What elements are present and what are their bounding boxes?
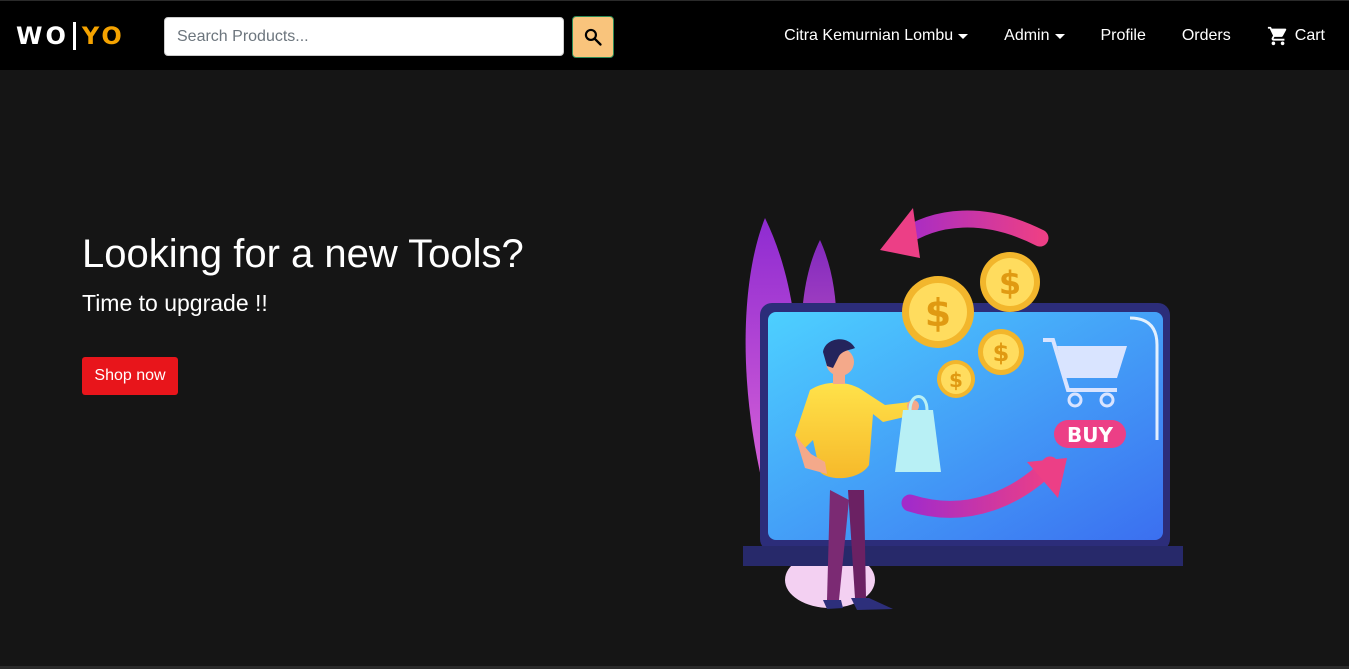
coin-icon: $ [937,360,975,398]
nav-link-profile-label: Profile [1100,27,1146,44]
arrow-top [891,210,1049,249]
nav-link-profile[interactable]: Profile [1101,27,1146,45]
user-dropdown[interactable]: Citra Kemurnian Lombu [784,27,969,45]
svg-text:$: $ [993,339,1010,367]
search-input[interactable] [164,17,564,56]
shop-now-button[interactable]: Shop now [82,357,178,395]
brand-logo[interactable]: WO YO [16,22,125,50]
nav-link-orders[interactable]: Orders [1182,27,1231,45]
hero-subtitle: Time to upgrade !! [82,290,268,316]
top-navbar: WO YO Citra Kemurnian Lombu Admin Profil… [0,0,1349,70]
nav-links: Citra Kemurnian Lombu Admin Profile Orde… [748,1,1325,71]
coin-icon: $ [978,329,1024,375]
coin-icon: $ [980,252,1040,312]
online-shopping-illustration: $ $ $ $ BUY [743,208,1183,610]
laptop-base [743,546,1183,566]
svg-text:BUY: BUY [1067,423,1113,447]
shopping-bag-icon [895,410,941,472]
admin-dropdown[interactable]: Admin [1004,27,1065,45]
admin-dropdown-label: Admin [1004,27,1050,44]
search-button[interactable] [572,16,614,58]
user-dropdown-label: Citra Kemurnian Lombu [784,27,954,44]
nav-link-cart[interactable]: Cart [1267,25,1325,47]
nav-link-orders-label: Orders [1181,27,1231,44]
caret-down-icon [958,33,969,39]
cart-icon [1267,25,1289,47]
hero-title: Looking for a new Tools? [82,232,524,276]
logo-divider [72,22,76,50]
search-icon [584,28,602,46]
caret-down-icon [1054,33,1065,39]
nav-link-cart-label: Cart [1294,27,1325,44]
logo-text-right: YO [81,22,125,50]
svg-text:$: $ [949,368,963,392]
coin-icon: $ [902,276,974,348]
logo-text-left: WO [16,22,69,50]
svg-text:$: $ [999,264,1021,302]
svg-text:$: $ [925,291,951,335]
